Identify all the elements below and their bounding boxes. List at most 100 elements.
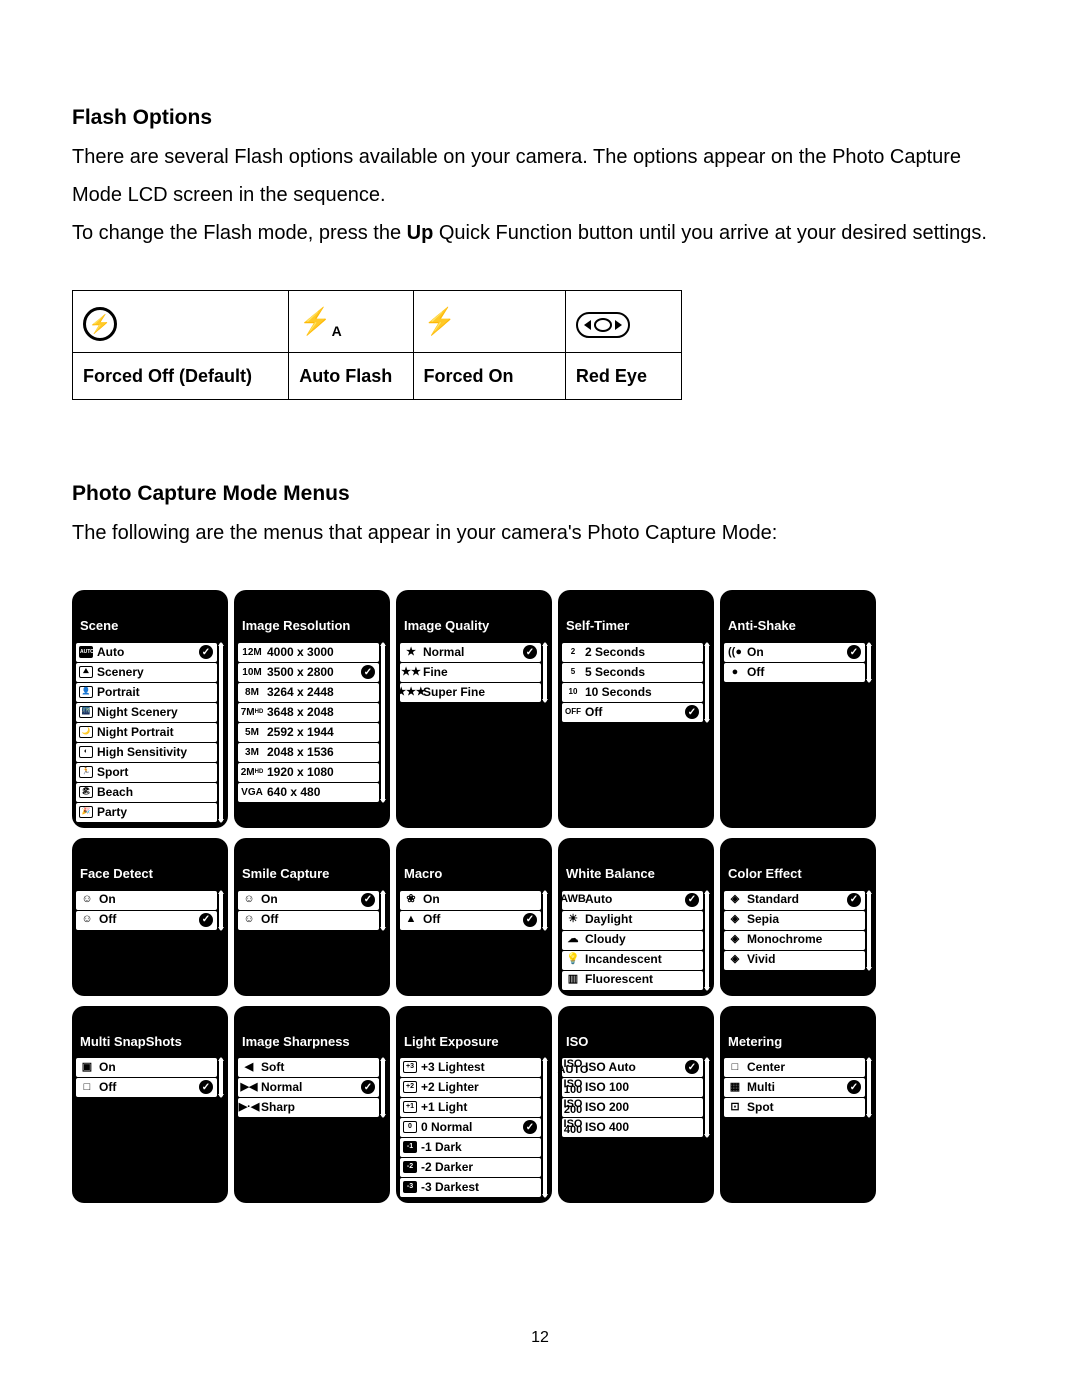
menu-item[interactable]: ISOAUTO ISO Auto ✓ — [562, 1058, 703, 1077]
menu-item-label: -3 Darkest — [421, 1176, 538, 1199]
menu-item[interactable]: AWB Auto ✓ — [562, 891, 703, 910]
menu-item[interactable]: □ Off ✓ — [76, 1078, 217, 1097]
menu-selftimer: Self-Timer 2 2 Seconds 5 5 Seconds 10 10… — [558, 590, 714, 828]
scrollbar[interactable] — [543, 1058, 547, 1197]
menu-item[interactable]: 🎉 Party — [76, 803, 217, 822]
menu-item[interactable]: 7MHD 3648 x 2048 — [238, 703, 379, 722]
menu-item[interactable]: 2MHD 1920 x 1080 — [238, 763, 379, 782]
menu-item[interactable]: ☺ Off ✓ — [76, 911, 217, 930]
menu-item[interactable]: ❀ On — [400, 891, 541, 910]
menu-item[interactable]: VGA 640 x 480 — [238, 783, 379, 802]
menu-item[interactable]: ◀ Soft — [238, 1058, 379, 1077]
exposure-step-icon: -1 — [403, 1141, 417, 1153]
menu-item[interactable]: 10M 3500 x 2800 ✓ — [238, 663, 379, 682]
menu-item[interactable]: ☁ Cloudy — [562, 931, 703, 950]
menu-item[interactable]: 8M 3264 x 2448 — [238, 683, 379, 702]
menu-item[interactable]: ◐ High Sensitivity — [76, 743, 217, 762]
scrollbar[interactable] — [705, 1058, 709, 1137]
menu-item[interactable]: ISO400 ISO 400 — [562, 1118, 703, 1137]
menu-item[interactable]: ▶·◀ Sharp — [238, 1098, 379, 1117]
menu-item[interactable]: ☺ Off — [238, 911, 379, 930]
scrollbar[interactable] — [867, 1058, 871, 1117]
menu-item[interactable]: ☺ On — [76, 891, 217, 910]
menu-tab-icon — [246, 1010, 274, 1028]
selected-check-icon: ✓ — [847, 1080, 861, 1094]
menu-item[interactable]: ● Off — [724, 663, 865, 682]
menu-title: White Balance — [562, 860, 710, 891]
scrollbar[interactable] — [381, 1058, 385, 1117]
flash-off-icon: ⚡ — [83, 307, 117, 341]
menu-item[interactable]: OFF Off ✓ — [562, 703, 703, 722]
paragraph-flash-intro: There are several Flash options availabl… — [72, 138, 1008, 214]
menu-item[interactable]: 10 10 Seconds — [562, 683, 703, 702]
menu-item[interactable]: 5M 2592 x 1944 — [238, 723, 379, 742]
menu-item[interactable]: -3 -3 Darkest — [400, 1178, 541, 1197]
menu-item[interactable]: ⛰ Scenery — [76, 663, 217, 682]
heading-photo-menus: Photo Capture Mode Menus — [72, 474, 1008, 514]
menu-item[interactable]: ▥ Fluorescent — [562, 971, 703, 990]
selected-check-icon: ✓ — [685, 1060, 699, 1074]
menu-item[interactable]: ((● On ✓ — [724, 643, 865, 662]
menu-item[interactable]: +2 +2 Lighter — [400, 1078, 541, 1097]
menu-item-label: Off — [585, 701, 681, 724]
scrollbar[interactable] — [219, 643, 223, 822]
menu-item[interactable]: ⊡ Spot — [724, 1098, 865, 1117]
menu-tab-icon — [570, 594, 598, 612]
flash-on-label: Forced On — [413, 353, 565, 400]
menu-item[interactable]: +1 +1 Light — [400, 1098, 541, 1117]
menu-item[interactable]: 5 5 Seconds — [562, 663, 703, 682]
menu-item[interactable]: ▦ Multi ✓ — [724, 1078, 865, 1097]
menu-item[interactable]: ◈ Standard ✓ — [724, 891, 865, 910]
menu-item[interactable]: 🏖 Beach — [76, 783, 217, 802]
menu-quality: Image Quality ★ Normal ✓ ★★ Fine ★★★ Sup… — [396, 590, 552, 828]
menu-title: Scene — [76, 612, 224, 643]
menu-item[interactable]: -1 -1 Dark — [400, 1138, 541, 1157]
scrollbar[interactable] — [219, 1058, 223, 1097]
menu-item[interactable]: 🌃 Night Scenery — [76, 703, 217, 722]
menu-item-label: Off — [99, 1076, 195, 1099]
menu-item[interactable]: ★ Normal ✓ — [400, 643, 541, 662]
scrollbar[interactable] — [705, 891, 709, 990]
menu-item[interactable]: □ Center — [724, 1058, 865, 1077]
selected-check-icon: ✓ — [361, 893, 375, 907]
flash-auto-label: Auto Flash — [289, 353, 413, 400]
resolution-prefix-icon: 7MHD — [241, 703, 263, 722]
scrollbar[interactable] — [381, 643, 385, 802]
scrollbar[interactable] — [219, 891, 223, 930]
menu-item[interactable]: ◈ Vivid — [724, 951, 865, 970]
menu-item[interactable]: ◈ Sepia — [724, 911, 865, 930]
menu-item[interactable]: 🏃 Sport — [76, 763, 217, 782]
menu-item[interactable]: 🌙 Night Portrait — [76, 723, 217, 742]
scrollbar[interactable] — [867, 891, 871, 970]
menu-item[interactable]: ★★ Fine — [400, 663, 541, 682]
item-icon: □ — [79, 1077, 95, 1098]
menu-item[interactable]: 12M 4000 x 3000 — [238, 643, 379, 662]
menu-item[interactable]: 3M 2048 x 1536 — [238, 743, 379, 762]
menu-item[interactable]: ★★★ Super Fine — [400, 683, 541, 702]
menu-item[interactable]: ISO200 ISO 200 — [562, 1098, 703, 1117]
menu-item[interactable]: ▲ Off ✓ — [400, 911, 541, 930]
menu-item[interactable]: 2 2 Seconds — [562, 643, 703, 662]
scrollbar[interactable] — [381, 891, 385, 930]
menu-tab-icon — [408, 1010, 436, 1028]
page-number: 12 — [72, 1323, 1008, 1353]
menu-item[interactable]: 👤 Portrait — [76, 683, 217, 702]
menu-item[interactable]: ▶◀ Normal ✓ — [238, 1078, 379, 1097]
menu-item[interactable]: ▣ On — [76, 1058, 217, 1077]
menu-item[interactable]: +3 +3 Lightest — [400, 1058, 541, 1077]
menu-item[interactable]: 0 0 Normal ✓ — [400, 1118, 541, 1137]
scrollbar[interactable] — [543, 891, 547, 930]
menu-item[interactable]: 💡 Incandescent — [562, 951, 703, 970]
item-icon: ★ — [403, 642, 419, 663]
menu-item[interactable]: ◈ Monochrome — [724, 931, 865, 950]
menu-item-label: Super Fine — [423, 681, 538, 704]
scrollbar[interactable] — [705, 643, 709, 722]
menu-item[interactable]: ☺ On ✓ — [238, 891, 379, 910]
scrollbar[interactable] — [867, 643, 871, 682]
menu-item[interactable]: -2 -2 Darker — [400, 1158, 541, 1177]
menu-item[interactable]: ISO100 ISO 100 — [562, 1078, 703, 1097]
scrollbar[interactable] — [543, 643, 547, 702]
iso-prefix-icon: ISOAUTO — [565, 1061, 581, 1073]
menu-item[interactable]: AUTO Auto ✓ — [76, 643, 217, 662]
menu-item[interactable]: ☀ Daylight — [562, 911, 703, 930]
